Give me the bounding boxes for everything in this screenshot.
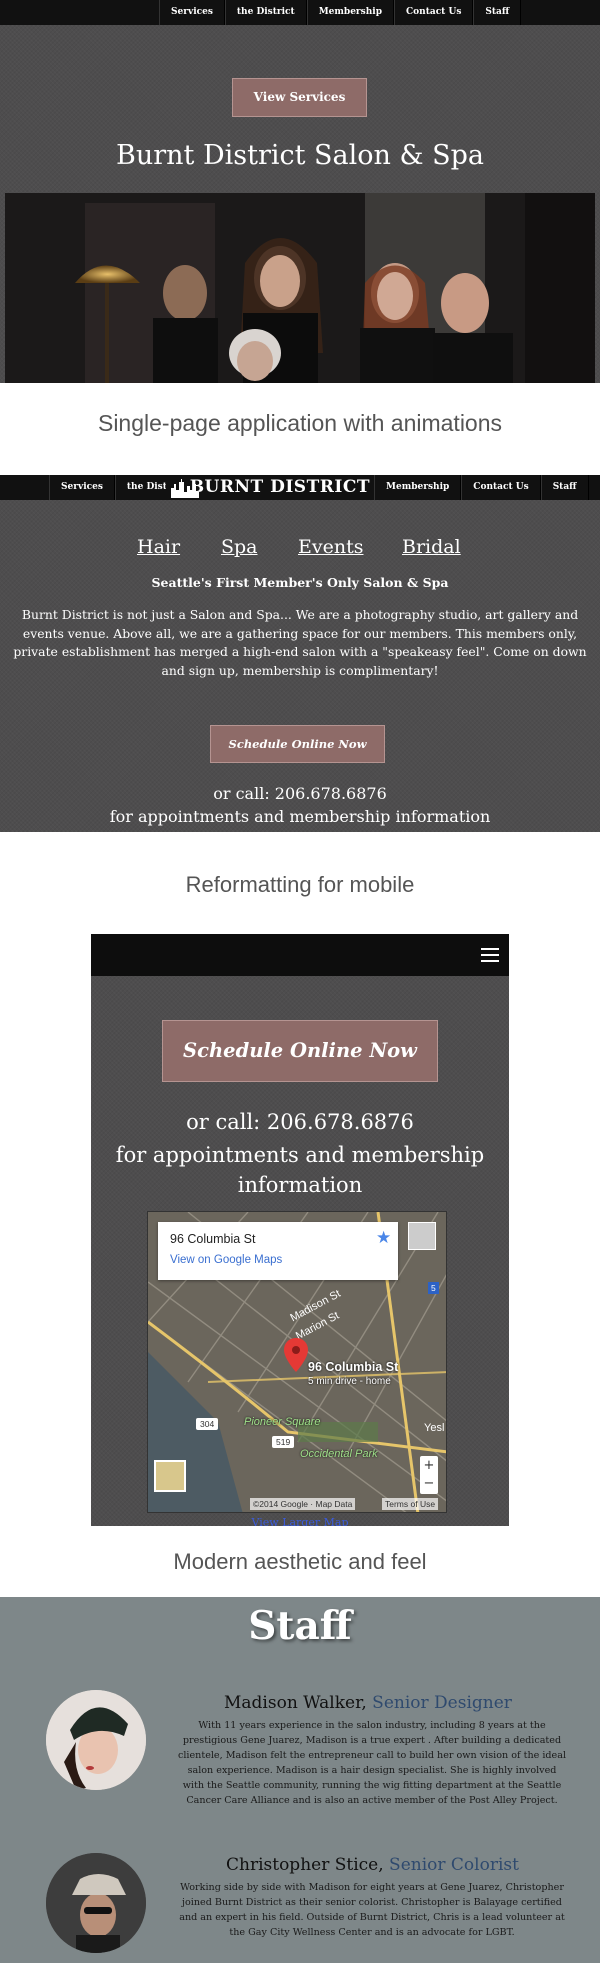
category-link-spa[interactable]: Spa — [221, 536, 258, 558]
category-link-events[interactable]: Events — [298, 536, 363, 558]
staff-role: Senior Designer — [372, 1693, 512, 1713]
staff-role: Senior Colorist — [389, 1855, 519, 1875]
avatar-christopher — [46, 1853, 146, 1953]
appointments-line: for appointments and membership informat… — [109, 807, 491, 826]
staff-heading: Staff — [248, 1603, 352, 1649]
zoom-control: + − — [420, 1456, 438, 1494]
nav-item-membership[interactable]: Membership — [306, 0, 394, 25]
street-label: Pioneer Square — [244, 1416, 321, 1428]
bio-line: and an expert in his field. Outside of B… — [179, 1912, 565, 1923]
map-pin-icon[interactable] — [284, 1338, 308, 1372]
nav-item-membership[interactable]: Membership — [374, 475, 462, 500]
hamburger-icon[interactable] — [481, 948, 499, 962]
staff-bio-christopher: Working side by side with Madison for ei… — [172, 1880, 572, 1940]
nav-group: Services the District Membership Contact… — [159, 0, 522, 25]
staff-name-christopher: Christopher Stice, Senior Colorist — [226, 1855, 519, 1875]
street-label: Occidental Park — [300, 1448, 378, 1460]
nav-item-contact-us[interactable]: Contact Us — [461, 475, 541, 500]
schedule-online-button[interactable]: Schedule Online Now — [162, 1020, 438, 1082]
bio-line: the Gay City Wellness Center and is an a… — [229, 1927, 515, 1938]
map-type-toggle[interactable] — [154, 1460, 186, 1492]
schedule-online-button[interactable]: Schedule Online Now — [210, 725, 385, 763]
skyline-icon — [171, 479, 199, 498]
view-larger-map-link[interactable]: View Larger Map — [91, 1517, 509, 1526]
pin-subtitle: 5 min drive - home — [308, 1376, 391, 1387]
zoom-in-button[interactable]: + — [420, 1456, 438, 1475]
pin-title: 96 Columbia St — [308, 1360, 399, 1374]
staff-group-photo — [5, 193, 595, 383]
map-attribution: ©2014 Google · Map Data — [250, 1498, 356, 1510]
bio-line: Working side by side with Madison for ei… — [180, 1882, 564, 1893]
call-line: or call: 206.678.6876 — [186, 1110, 414, 1134]
nav-item-the-district[interactable]: the District — [224, 0, 307, 25]
bio-line: With 11 years experience in the salon in… — [198, 1720, 546, 1731]
nav-item-staff[interactable]: Staff — [540, 475, 589, 500]
place-card: 96 Columbia St View on Google Maps ★ — [158, 1222, 398, 1280]
caption-reformatting: Reformatting for mobile — [185, 872, 415, 897]
bio-line: Cancer Care Alliance and is also an acti… — [186, 1795, 558, 1806]
staff-section: Staff Madison Walker, Senior Designer Wi… — [0, 1597, 600, 1963]
caption-modern: Modern aesthetic and feel — [173, 1549, 427, 1574]
tagline: Seattle's First Member's Only Salon & Sp… — [151, 575, 449, 590]
bio-line: with the Seattle community, running the … — [182, 1780, 562, 1791]
bio-line: joined Burnt District as their senior co… — [182, 1897, 562, 1908]
top-navigation-bar: Services the District Membership Contact… — [0, 0, 600, 25]
view-on-google-maps-link[interactable]: View on Google Maps — [170, 1254, 282, 1266]
mobile-top-bar — [91, 934, 509, 976]
nav-item-staff[interactable]: Staff — [473, 0, 522, 25]
intro-paragraph: Burnt District is not just a Salon and S… — [13, 607, 587, 678]
nav-item-services[interactable]: Services — [49, 475, 115, 500]
place-title: 96 Columbia St — [170, 1232, 256, 1246]
view-larger-map-wrap: View Larger Map — [91, 1517, 509, 1526]
zoom-out-button[interactable]: − — [420, 1475, 438, 1494]
terms-link[interactable]: Terms of Use — [382, 1498, 439, 1510]
road-number: 519 — [272, 1436, 295, 1448]
appointments-line: for appointments and membership informat… — [115, 1143, 485, 1197]
bio-line: prestigious Gene Juarez, Madison is a tr… — [182, 1735, 562, 1746]
category-link-bridal[interactable]: Bridal — [402, 536, 461, 558]
avatar-madison — [46, 1690, 146, 1790]
street-label: Yesl — [424, 1422, 445, 1434]
page-title: Burnt District Salon & Spa — [116, 140, 484, 171]
desktop-hero-section: Services the District Membership Contact… — [0, 0, 600, 383]
user-avatar-icon[interactable] — [408, 1222, 436, 1250]
nav-group-right: Membership Contact Us Staff — [374, 475, 589, 500]
logo-navigation-bar: Services the District BURNT DISTRICT Mem… — [0, 475, 600, 500]
staff-name-text: Madison Walker, — [224, 1693, 367, 1713]
call-line: or call: 206.678.6876 — [213, 784, 387, 803]
road-number: 304 — [196, 1418, 219, 1430]
portrait-madison — [46, 1690, 146, 1790]
nav-item-contact-us[interactable]: Contact Us — [394, 0, 474, 25]
bio-line: salon experience. Madison is a hair desi… — [187, 1765, 557, 1776]
staff-group-illustration — [5, 193, 595, 383]
save-star-icon[interactable]: ★ — [376, 1228, 391, 1248]
category-link-hair[interactable]: Hair — [137, 536, 180, 558]
staff-bio-madison: With 11 years experience in the salon in… — [172, 1718, 572, 1808]
caption-single-page: Single-page application with animations — [97, 410, 503, 436]
desktop-landing-section: Services the District BURNT DISTRICT Mem… — [0, 475, 600, 832]
burnt-district-logo[interactable]: BURNT DISTRICT — [166, 475, 374, 500]
google-map[interactable]: 96 Columbia St View on Google Maps ★ Mad… — [147, 1211, 447, 1513]
portrait-christopher — [46, 1853, 146, 1953]
staff-name-text: Christopher Stice, — [226, 1855, 384, 1875]
staff-name-madison: Madison Walker, Senior Designer — [224, 1693, 512, 1713]
bio-line: clientele, Madison felt the entrepreneur… — [177, 1750, 567, 1761]
mobile-preview-section: Schedule Online Now or call: 206.678.687… — [91, 934, 509, 1526]
road-number: 5 — [428, 1282, 439, 1294]
logo-text: BURNT DISTRICT — [189, 477, 370, 497]
nav-item-services[interactable]: Services — [159, 0, 225, 25]
view-services-button[interactable]: View Services — [232, 78, 367, 117]
